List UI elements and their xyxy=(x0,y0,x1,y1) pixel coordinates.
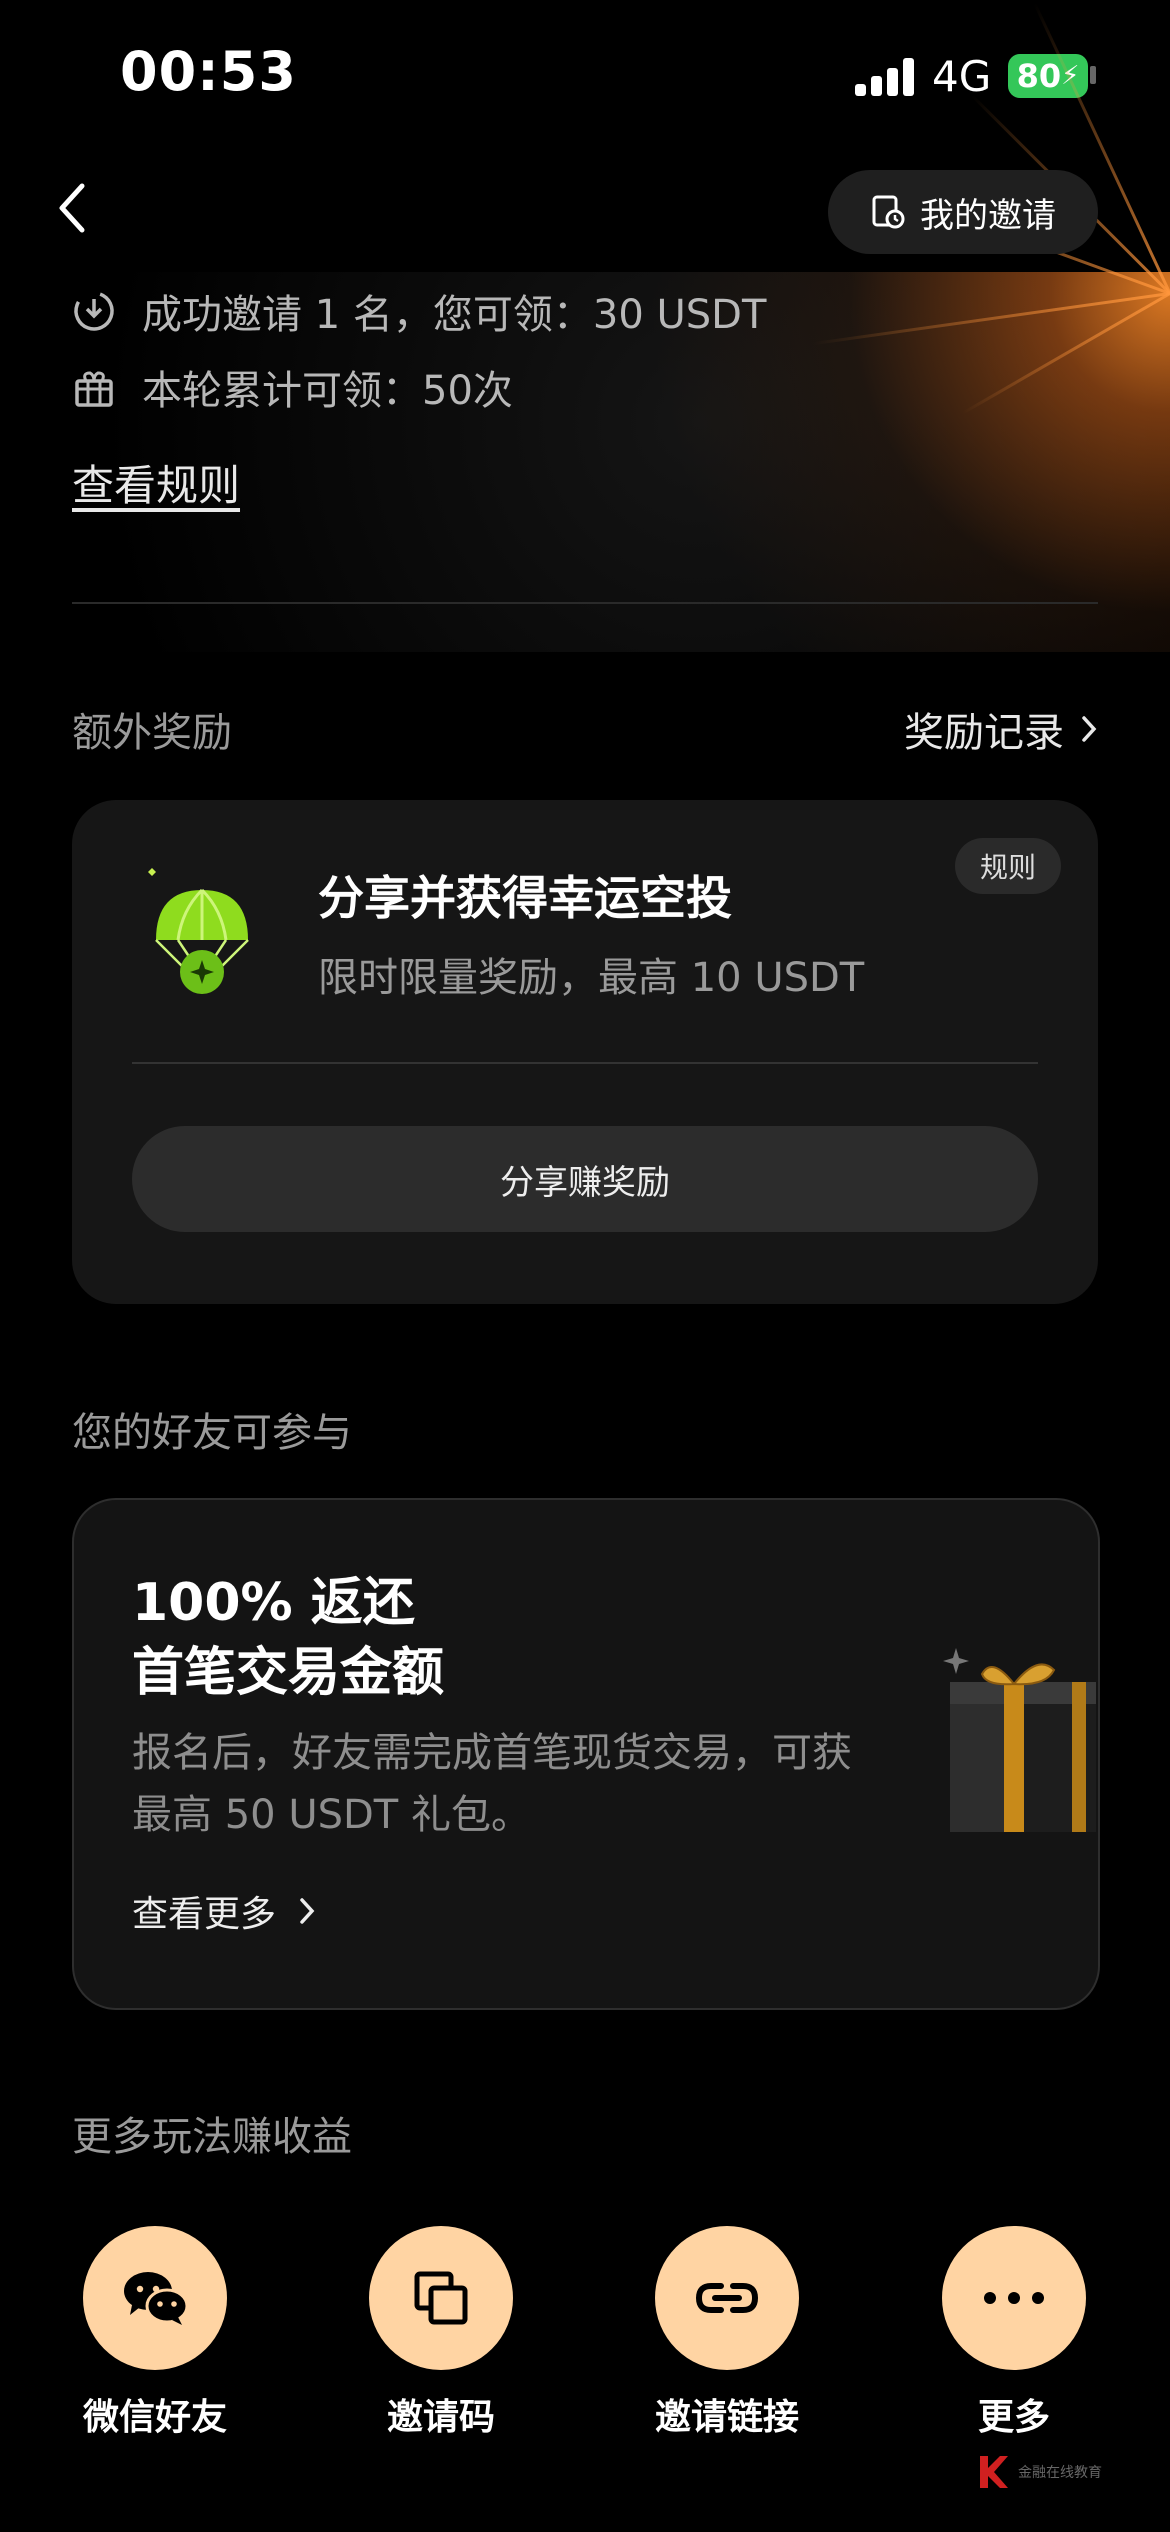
watermark-text: 金融在线教育 xyxy=(1018,2465,1102,2481)
share-invite-link-button[interactable]: 邀请链接 xyxy=(627,2226,827,2440)
cashback-title-line2: 首笔交易金额 xyxy=(132,1643,445,1703)
share-earn-button[interactable]: 分享赚奖励 xyxy=(132,1126,1038,1232)
cashback-desc: 报名后，好友需完成首笔现货交易，可获最高 50 USDT 礼包。 xyxy=(132,1730,852,1838)
back-button[interactable] xyxy=(52,178,92,238)
share-more-label: 更多 xyxy=(977,2397,1050,2438)
reward-line-1-text: 成功邀请 1 名，您可领：30 USDT xyxy=(142,292,767,338)
link-icon xyxy=(695,2283,759,2313)
watermark: 金融在线教育 xyxy=(976,2452,1102,2492)
share-wechat-circle xyxy=(83,2226,227,2370)
view-rules-link[interactable]: 查看规则 xyxy=(72,452,240,513)
share-wechat-button[interactable]: 微信好友 xyxy=(55,2226,255,2440)
friends-title: 您的好友可参与 xyxy=(72,1410,352,1456)
view-more-label: 查看更多 xyxy=(132,1894,277,1935)
share-invite-code-button[interactable]: 邀请码 xyxy=(341,2226,541,2440)
divider xyxy=(72,602,1098,604)
more-ways-title: 更多玩法赚收益 xyxy=(72,2114,352,2160)
invite-record-icon xyxy=(872,195,905,229)
share-invite-link-circle xyxy=(655,2226,799,2370)
cashback-title-line1: 100% 返还 xyxy=(132,1573,415,1633)
copy-icon xyxy=(414,2271,468,2325)
view-more-link[interactable]: 查看更多 xyxy=(132,1885,316,1937)
download-circle-icon xyxy=(74,291,114,331)
watermark-logo-icon xyxy=(980,2456,1008,2488)
airdrop-subtitle: 限时限量奖励，最高 10 USDT xyxy=(318,955,865,1001)
more-dots-icon xyxy=(984,2292,1044,2304)
share-invite-code-label: 邀请码 xyxy=(386,2397,495,2438)
share-invite-code-circle xyxy=(369,2226,513,2370)
my-invite-button[interactable]: 我的邀请 xyxy=(828,170,1098,254)
gift-box-image xyxy=(942,1646,1096,1850)
parachute-icon xyxy=(132,860,272,1004)
reward-records-label: 奖励记录 xyxy=(904,710,1064,756)
share-wechat-label: 微信好友 xyxy=(82,2397,227,2438)
chevron-right-icon xyxy=(300,1898,315,1924)
reward-records-link[interactable]: 奖励记录 xyxy=(904,700,1098,758)
share-more-circle xyxy=(942,2226,1086,2370)
wechat-icon xyxy=(124,2272,188,2325)
reward-line-2: 本轮累计可领：50次 xyxy=(72,358,513,416)
reward-line-1: 成功邀请 1 名，您可领：30 USDT xyxy=(72,282,766,340)
network-type: 4G xyxy=(932,52,992,101)
my-invite-label: 我的邀请 xyxy=(920,195,1056,236)
card-divider xyxy=(132,1062,1038,1064)
battery-tip xyxy=(1090,66,1096,84)
share-more-button[interactable]: 更多 xyxy=(914,2226,1114,2440)
battery-level: 80 xyxy=(1016,57,1062,95)
extra-rewards-title: 额外奖励 xyxy=(72,710,232,756)
airdrop-title: 分享并获得幸运空投 xyxy=(318,871,732,925)
gift-icon xyxy=(75,371,113,407)
rules-badge-button[interactable]: 规则 xyxy=(955,838,1061,894)
chevron-right-icon xyxy=(1082,716,1097,742)
share-invite-link-label: 邀请链接 xyxy=(654,2397,799,2438)
signal-icon xyxy=(855,58,915,96)
status-time: 00:53 xyxy=(120,40,297,103)
cashback-title: 100% 返还 首笔交易金额 xyxy=(132,1568,732,1708)
chevron-left-icon xyxy=(59,183,85,233)
reward-line-2-text: 本轮累计可领：50次 xyxy=(142,368,513,414)
